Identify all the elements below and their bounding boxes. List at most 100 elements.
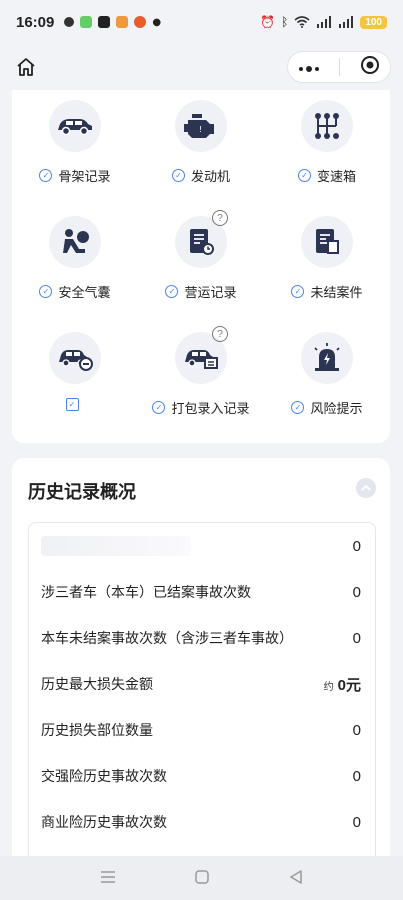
back-button[interactable] [289,869,303,888]
status-bar: 16:09 ● ⏰ ᛒ 100 [0,0,403,44]
feature-package-record[interactable]: ? ✓ 打包录入记录 [138,326,264,428]
row-label: 本车未结案事故次数（含涉三者车事故） [41,631,293,647]
table-row: 历史损失部位数量 0 [29,707,375,753]
home-system-button[interactable] [195,869,210,888]
feature-car-damage[interactable]: ✓ [12,328,138,428]
home-icon [17,58,35,76]
feature-icon-circle [49,332,101,384]
table-row: 本车未结案事故次数（含涉三者车事故） 0 [29,615,375,661]
feature-label: 未结案件 [310,286,363,301]
chat-icon [64,17,75,27]
row-label [41,536,191,556]
check-circle-icon: ✓ [152,401,166,414]
wifi-icon [294,16,310,28]
app-icon [80,16,93,28]
history-overview-card: 历史记录概况 0 涉三者车（本车）已结案事故次数 0 本车未结案事故次数（含涉三… [12,458,390,858]
row-value: 0元 [337,676,361,694]
collapse-button[interactable] [356,478,376,498]
chevron-up-icon [361,484,371,491]
feature-label: 变速箱 [316,170,356,185]
package-record-icon [185,350,218,369]
row-value: 0 [352,721,361,739]
feature-icon-circle [301,216,353,268]
gearbox-icon [315,113,339,139]
feature-airbag[interactable]: ✓ 安全气囊 [12,212,138,312]
back-triangle-icon [290,869,302,884]
row-value: 0 [352,629,361,647]
signal-icon [317,16,332,28]
tiktok-icon [98,16,111,28]
feature-engine[interactable]: ! ✓ 发动机 [138,96,264,196]
more-button[interactable] [298,58,320,77]
feature-label: 打包录入记录 [171,402,250,417]
table-row: 历史最大损失金额 约 0元 [29,661,375,707]
row-value: 0 [352,767,361,785]
help-question-icon[interactable]: ? [212,210,228,226]
open-case-icon [316,229,339,254]
feature-icon-circle [49,100,101,152]
check-circle-icon: ✓ [171,169,185,182]
notification-icons: ● [64,16,161,28]
more-dots-icon [298,65,319,72]
airbag-icon [63,229,89,253]
feature-icon-circle [49,216,101,268]
square-icon [195,869,210,884]
row-value: 0 [352,813,361,831]
feature-icon-circle [301,332,353,384]
section-title: 历史记录概况 [28,482,136,503]
feature-gearbox[interactable]: ✓ 变速箱 [264,96,390,196]
check-circle-icon: ✓ [165,285,179,298]
battery-indicator: 100 [360,15,387,29]
feature-frame-record[interactable]: ✓ 骨架记录 [12,96,138,196]
check-circle-icon: ✓ [291,285,305,298]
row-label: 历史损失部位数量 [41,723,153,739]
feature-grid: ✓ 骨架记录 ! ✓ 发动机 ✓ 变速箱 ✓ 安全气囊 ? ✓ 营运记录 ✓ 未… [12,96,390,428]
signal-icon [339,16,354,28]
feature-card: ✓ 骨架记录 ! ✓ 发动机 ✓ 变速箱 ✓ 安全气囊 ? ✓ 营运记录 ✓ 未… [12,90,390,443]
target-icon [361,56,380,74]
table-row: 0 [29,523,375,569]
menu-icon [100,870,115,883]
home-button[interactable] [12,53,40,81]
feature-open-case[interactable]: ✓ 未结案件 [264,212,390,312]
row-label: 涉三者车（本车）已结案事故次数 [41,585,251,601]
row-label: 交强险历史事故次数 [41,769,167,785]
operation-record-icon [190,229,214,255]
svg-text:!: ! [199,125,202,134]
app-icon [134,16,147,28]
feature-label: 安全气囊 [58,286,111,301]
feature-label: 骨架记录 [58,170,111,185]
feature-label: 营运记录 [184,286,237,301]
feature-operation-record[interactable]: ? ✓ 营运记录 [138,210,264,312]
table-row: 商业险历史事故次数 0 [29,799,375,845]
table-row: 交强险历史事故次数 0 [29,753,375,799]
check-circle-icon: ✓ [39,169,53,182]
capsule-divider [339,58,341,76]
menu-button[interactable] [100,869,116,888]
check-circle-icon: ✓ [291,401,305,414]
feature-risk-alert[interactable]: ✓ 风险提示 [264,328,390,428]
feature-icon-circle [301,100,353,152]
risk-alert-icon [314,343,340,371]
feature-icon-circle: ! [175,100,227,152]
mini-program-navbar [0,44,403,90]
bluetooth-icon: ᛒ [281,15,289,29]
status-time: 16:09 [16,13,55,31]
approx-prefix: 约 [323,681,334,693]
car-frame-icon [58,119,92,136]
feature-label: 风险提示 [310,402,363,417]
row-value: 0 [352,583,361,601]
system-nav-bar [0,856,403,900]
check-circle-icon: ✓ [297,169,311,182]
system-icons: ⏰ ᛒ 100 [260,15,387,29]
help-question-icon[interactable]: ? [212,326,228,342]
close-button[interactable] [360,55,380,79]
row-label: 商业险历史事故次数 [41,815,167,831]
feature-label: 发动机 [190,170,230,185]
check-circle-icon: ✓ [39,285,53,298]
capsule-menu [287,51,391,83]
car-damage-icon [59,350,93,371]
history-table: 0 涉三者车（本车）已结案事故次数 0 本车未结案事故次数（含涉三者车事故） 0… [28,522,376,858]
alarm-icon: ⏰ [260,15,276,29]
row-value: 0 [352,537,361,555]
